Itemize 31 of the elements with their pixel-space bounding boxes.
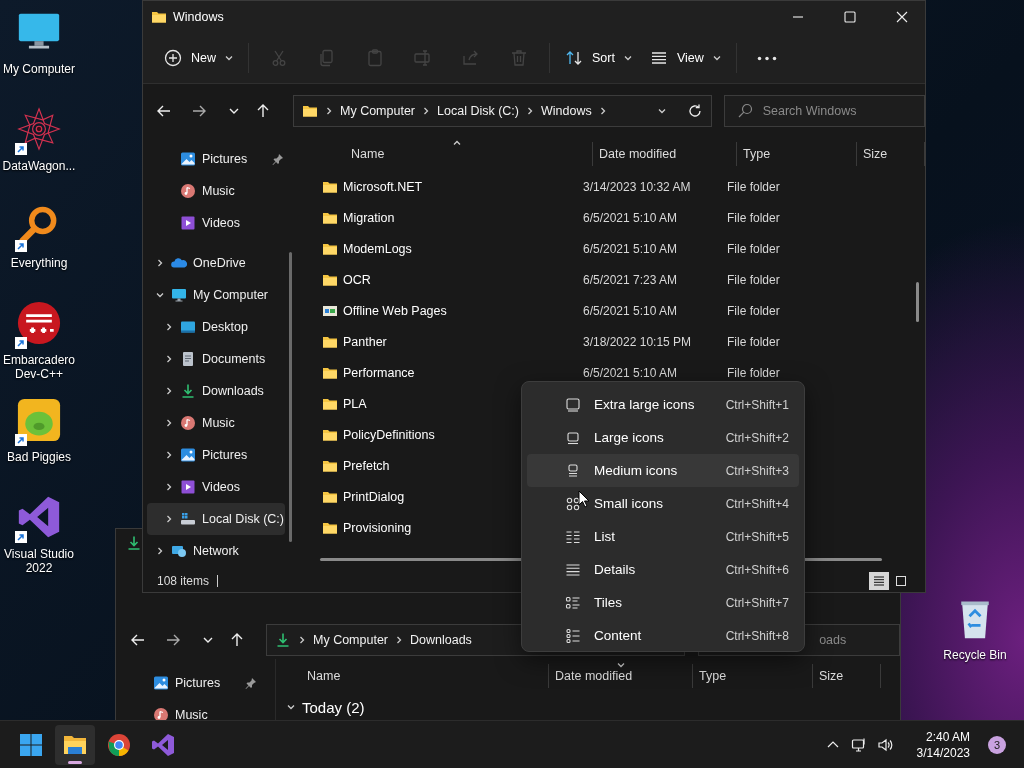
- shortcut-text: Ctrl+Shift+1: [725, 397, 789, 412]
- type-cell: File folder: [727, 365, 780, 380]
- date-cell: 3/18/2022 10:15 PM: [583, 334, 692, 349]
- date-cell: 6/5/2021 5:10 AM: [583, 365, 678, 380]
- type-cell: File folder: [727, 179, 780, 194]
- sidebar-label: Music: [202, 184, 236, 198]
- shortcut-text: Ctrl+Shift+5: [725, 529, 789, 544]
- type-cell: File folder: [727, 210, 780, 225]
- sidebar-label: Videos: [202, 216, 241, 230]
- date-cell: 6/5/2021 5:10 AM: [583, 241, 678, 256]
- shortcut-text: Ctrl+Shift+2: [725, 430, 789, 445]
- date-cell: 3/14/2023 10:32 AM: [583, 179, 691, 194]
- window-title: Windows: [173, 10, 224, 24]
- type-cell: File folder: [727, 303, 780, 318]
- date-cell: 6/5/2021 7:23 AM: [583, 272, 678, 287]
- time-text: 2:40 AM: [925, 728, 970, 745]
- item-count: 108 items: [157, 574, 210, 588]
- type-cell: File folder: [727, 272, 780, 287]
- sidebar-label: Pictures: [202, 152, 249, 166]
- shortcut-text: Ctrl+Shift+4: [725, 496, 789, 511]
- sidebar-label: Pictures: [175, 676, 222, 690]
- type-cell: File folder: [727, 241, 780, 256]
- shortcut-text: Ctrl+Shift+8: [725, 628, 789, 643]
- shortcut-text: Ctrl+Shift+3: [725, 463, 789, 478]
- sidebar-label: Music: [175, 708, 209, 722]
- type-cell: File folder: [727, 334, 780, 349]
- date-cell: 6/5/2021 5:10 AM: [583, 303, 678, 318]
- date-cell: 6/5/2021 5:10 AM: [583, 210, 678, 225]
- date-text: 3/14/2023: [916, 744, 970, 761]
- shortcut-text: Ctrl+Shift+6: [725, 562, 789, 577]
- shortcut-text: Ctrl+Shift+7: [725, 595, 789, 610]
